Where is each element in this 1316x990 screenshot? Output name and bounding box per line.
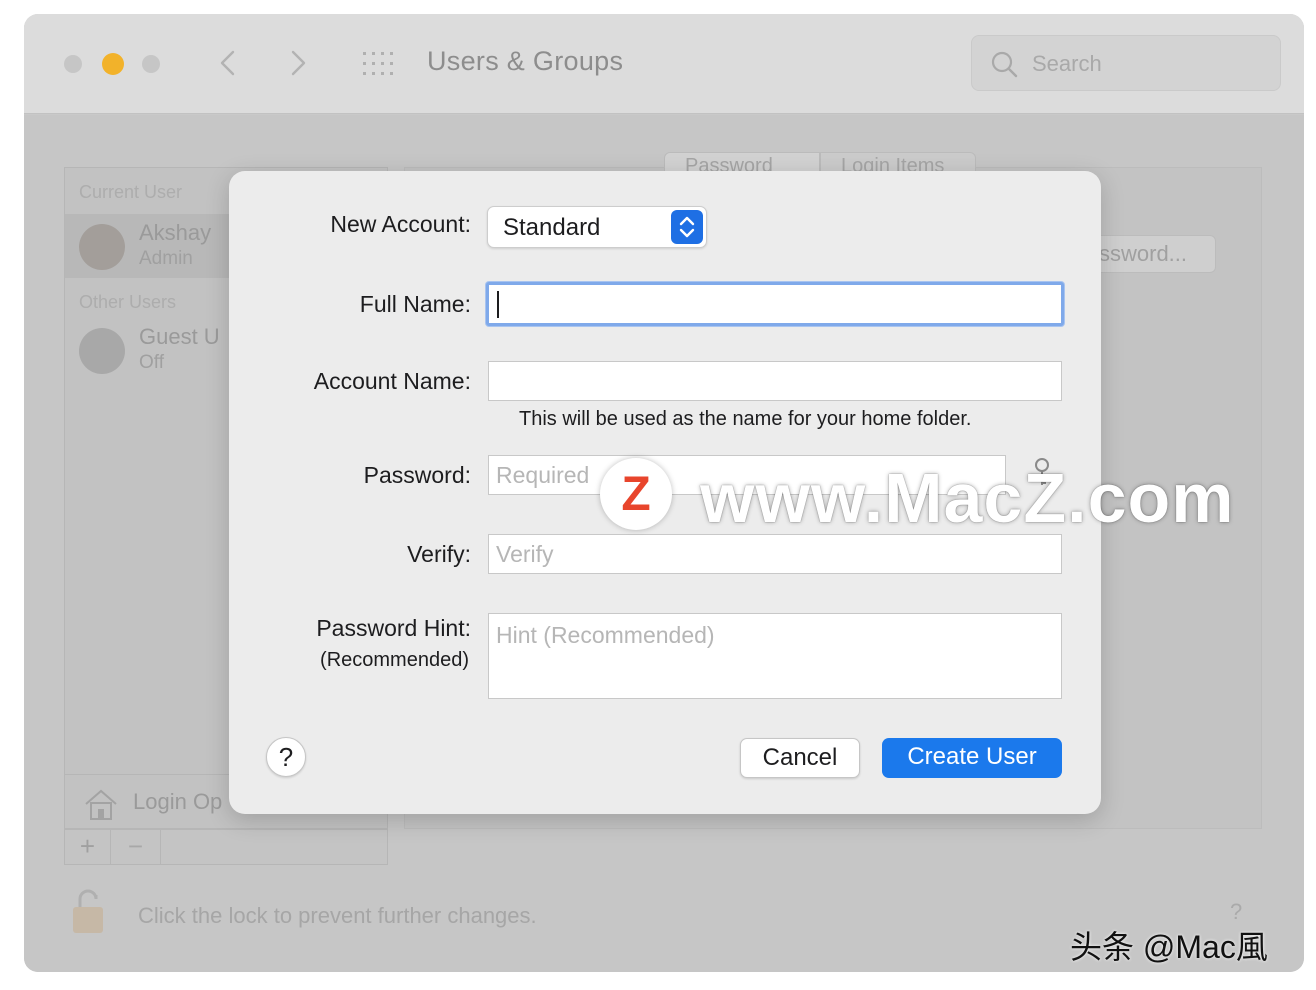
hint-placeholder: Hint (Recommended) — [496, 622, 715, 648]
show-all-grid-icon[interactable] — [362, 51, 398, 77]
password-hint-label: Password Hint: — [316, 615, 471, 641]
back-button[interactable] — [214, 48, 244, 78]
lock-status-text: Click the lock to prevent further change… — [138, 903, 537, 928]
verify-placeholder: Verify — [496, 541, 554, 567]
text-caret — [497, 291, 499, 318]
account-type-value: Standard — [503, 214, 601, 241]
sidebar-button-bar: + − — [64, 829, 388, 865]
watermark-logo-letter: Z — [621, 468, 650, 521]
guest-user-status: Off — [139, 352, 164, 373]
password-placeholder: Required — [496, 462, 590, 488]
add-user-button[interactable]: + — [65, 830, 111, 864]
new-account-label: New Account: — [330, 211, 471, 237]
account-name-field[interactable] — [488, 361, 1062, 401]
cancel-button[interactable]: Cancel — [740, 738, 860, 778]
forward-button[interactable] — [282, 48, 312, 78]
watermark-site-text: www.MacZ.com — [700, 459, 1235, 537]
full-name-label: Full Name: — [359, 291, 471, 317]
search-icon — [991, 51, 1018, 78]
search-field[interactable]: Search — [971, 35, 1281, 91]
verify-field[interactable]: Verify — [488, 534, 1062, 574]
current-user-header: Current User — [79, 182, 183, 202]
window-title: Users & Groups — [427, 46, 624, 76]
avatar — [79, 224, 125, 270]
help-button[interactable]: ? — [266, 737, 306, 777]
minimize-window-button[interactable] — [102, 53, 124, 75]
account-name-label: Account Name: — [313, 368, 471, 394]
guest-avatar — [79, 328, 125, 374]
search-placeholder: Search — [1032, 51, 1102, 76]
watermark-bottom-text: 头条 @Mac風 — [1070, 929, 1268, 965]
full-name-field[interactable] — [486, 282, 1064, 326]
account-type-popup[interactable]: Standard — [487, 206, 707, 248]
up-down-chevron-icon — [679, 216, 695, 238]
password-hint-sublabel: (Recommended) — [320, 649, 469, 671]
password-hint-field[interactable]: Hint (Recommended) — [488, 613, 1062, 699]
close-window-button[interactable] — [64, 55, 82, 73]
house-icon — [85, 789, 117, 820]
lock-icon[interactable] — [70, 887, 106, 935]
remove-user-button[interactable]: − — [111, 830, 161, 864]
titlebar: Users & Groups Search — [24, 14, 1304, 114]
sidebar-item-guest-user[interactable]: Guest U — [139, 324, 220, 350]
user-name: Akshay — [139, 220, 212, 245]
account-name-help: This will be used as the name for your h… — [519, 408, 972, 430]
chevron-right-icon — [291, 50, 306, 76]
verify-label: Verify: — [407, 541, 471, 567]
login-options-label: Login Op — [133, 789, 223, 814]
lock-area: Click the lock to prevent further change… — [64, 871, 964, 941]
other-users-header: Other Users — [79, 292, 177, 312]
popup-stepper — [671, 210, 703, 244]
user-role: Admin — [139, 248, 193, 269]
watermark-logo: Z — [600, 458, 672, 530]
chevron-left-icon — [220, 50, 235, 76]
create-user-button[interactable]: Create User — [882, 738, 1062, 778]
password-label: Password: — [363, 462, 471, 488]
zoom-window-button[interactable] — [142, 55, 160, 73]
